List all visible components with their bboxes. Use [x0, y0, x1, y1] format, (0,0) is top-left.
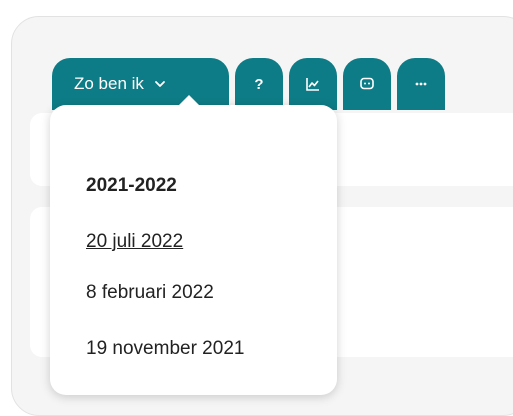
dropdown-item[interactable]: 8 februari 2022	[86, 282, 214, 304]
date-dropdown: 2021-2022 20 juli 2022 8 februari 2022 1…	[50, 105, 337, 395]
more-icon	[413, 76, 429, 92]
dropdown-pointer	[178, 95, 200, 106]
help-icon: ?	[254, 75, 264, 93]
tab-zo-ben-ik[interactable]: Zo ben ik	[52, 58, 229, 110]
tab-help[interactable]: ?	[235, 58, 283, 110]
tab-bar: Zo ben ik ?	[52, 58, 451, 110]
tab-label: Zo ben ik	[74, 74, 144, 93]
tab-more[interactable]	[397, 58, 445, 110]
tab-progress[interactable]	[289, 58, 337, 110]
dropdown-item[interactable]: 20 juli 2022	[86, 231, 183, 253]
chevron-down-icon	[154, 78, 166, 90]
chart-icon	[305, 76, 321, 92]
dropdown-item[interactable]: 19 november 2021	[86, 338, 244, 360]
dropdown-heading: 2021-2022	[86, 175, 177, 196]
tab-chat[interactable]	[343, 58, 391, 110]
chat-icon	[359, 76, 375, 92]
